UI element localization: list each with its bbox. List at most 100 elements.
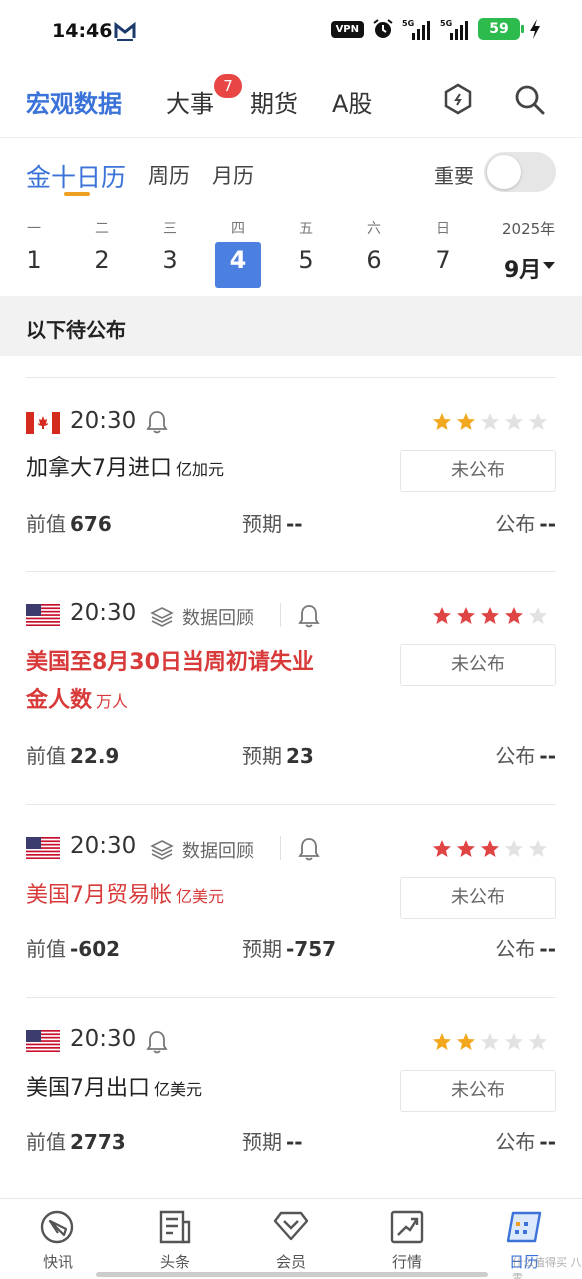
day-number: 6 (366, 246, 382, 274)
expected-label: 预期 (242, 744, 282, 768)
chevron-down-icon[interactable] (543, 262, 555, 269)
nav-label: 快讯 (42, 1253, 73, 1271)
importance-stars (432, 412, 548, 432)
search-icon[interactable] (512, 82, 546, 116)
published-number: -- (539, 744, 556, 768)
expected-label: 预期 (242, 512, 282, 536)
event-values: 前值 -602 预期 -757 公布 -- (26, 933, 556, 963)
event-time: 20:30 (70, 600, 137, 626)
nav-market[interactable]: 行情 (367, 1207, 447, 1272)
status-badge: 未公布 (400, 1070, 556, 1112)
nav-label: 头条 (159, 1253, 190, 1271)
subtab-jin10-calendar[interactable]: 金十日历 (26, 158, 126, 194)
previous-number: 676 (70, 512, 112, 536)
data-review-link[interactable]: 数据回顾 (150, 604, 254, 630)
day-number: 5 (298, 246, 314, 274)
star-filled-icon (481, 607, 499, 624)
expected-label: 预期 (242, 1130, 282, 1154)
day-number: 4 (229, 246, 247, 274)
nav-headlines[interactable]: 头条 (135, 1207, 215, 1272)
tab-futures[interactable]: 期货 (250, 84, 298, 119)
bell-icon[interactable] (298, 604, 320, 628)
flash-news-icon (40, 1210, 74, 1244)
day-mon[interactable]: 一 1 (11, 212, 57, 288)
star-empty-icon (481, 413, 499, 430)
important-toggle[interactable] (484, 152, 556, 192)
star-empty-icon (505, 1033, 523, 1050)
bell-icon[interactable] (146, 410, 168, 434)
importance-stars (432, 839, 548, 859)
event-card[interactable]: 20:30 数据回顾 美国7月贸易帐 亿美元 未公布 前值 -602 预期 -757 … (0, 805, 582, 997)
published-value: 公布 -- (495, 508, 556, 537)
hexagon-icon[interactable] (441, 82, 475, 116)
expected-value: 预期 23 (242, 740, 314, 769)
nav-vip[interactable]: 会员 (251, 1207, 331, 1272)
day-sun[interactable]: 日 7 (420, 212, 466, 288)
svg-text:5G: 5G (402, 19, 414, 28)
weekday-label: 二 (95, 221, 109, 237)
published-label: 公布 (495, 512, 536, 536)
published-value: 公布 -- (495, 933, 556, 962)
event-values: 前值 676 预期 -- 公布 -- (26, 508, 556, 538)
event-unit: 亿加元 (176, 460, 225, 479)
previous-label: 前值 (26, 937, 66, 961)
event-card[interactable]: 20:30 数据回顾 美国至8月30日当周初请失业 金人数 万人 未公布 前值 22… (0, 572, 582, 804)
usa-flag-icon (26, 837, 60, 859)
star-filled-icon (505, 607, 523, 624)
previous-value: 前值 676 (26, 508, 112, 537)
previous-number: 2773 (70, 1130, 126, 1154)
day-number: 7 (435, 246, 451, 274)
status-time: 14:46 (52, 20, 113, 42)
event-card[interactable]: 20:30 美国7月出口 亿美元 未公布 前值 2773 预期 -- 公布 -- (0, 998, 582, 1188)
star-filled-icon (433, 840, 451, 857)
month-selector[interactable]: 9月 (504, 252, 541, 284)
star-filled-icon (457, 840, 475, 857)
tab-macro-data[interactable]: 宏观数据 (26, 84, 122, 119)
signal-icon-2: 5G (440, 19, 468, 40)
home-indicator[interactable] (96, 1272, 488, 1277)
status-badge: 未公布 (400, 450, 556, 492)
previous-label: 前值 (26, 1130, 66, 1154)
published-number: -- (539, 1130, 556, 1154)
bell-icon[interactable] (298, 837, 320, 861)
published-label: 公布 (495, 744, 536, 768)
bell-icon[interactable] (146, 1030, 168, 1054)
tab-a-shares[interactable]: A股 (332, 84, 372, 119)
day-sat[interactable]: 六 6 (351, 212, 397, 288)
day-fri[interactable]: 五 5 (283, 212, 329, 288)
event-title-line2: 金人数 (26, 688, 93, 713)
data-review-link[interactable]: 数据回顾 (150, 837, 254, 863)
star-filled-icon (433, 607, 451, 624)
day-tue[interactable]: 二 2 (79, 212, 125, 288)
day-wed[interactable]: 三 3 (147, 212, 193, 288)
star-empty-icon (481, 1033, 499, 1050)
weekday-label: 五 (299, 221, 313, 237)
event-unit: 万人 (96, 692, 129, 711)
published-value: 公布 -- (495, 1126, 556, 1155)
published-label: 公布 (495, 937, 536, 961)
tab-big-events[interactable]: 大事 (166, 84, 214, 119)
notification-badge: 7 (214, 74, 242, 98)
subtab-week[interactable]: 周历 (148, 160, 190, 190)
battery-indicator: 59 (478, 18, 524, 40)
expected-number: -- (286, 512, 303, 536)
star-filled-icon (433, 1033, 451, 1050)
important-filter-label: 重要 (434, 164, 474, 188)
gmail-icon (114, 21, 136, 41)
layers-icon (150, 840, 174, 860)
published-number: -- (539, 512, 556, 536)
importance-stars (432, 606, 548, 626)
day-thu-selected[interactable]: 四 4 (215, 212, 261, 288)
previous-number: -602 (70, 937, 121, 961)
event-card[interactable]: 20:30 加拿大7月进口 亿加元 未公布 前值 676 预期 -- 公布 -- (0, 378, 582, 571)
event-values: 前值 22.9 预期 23 公布 -- (26, 740, 556, 770)
event-time: 20:30 (70, 1026, 137, 1052)
nav-label: 行情 (391, 1253, 422, 1271)
expected-number: -757 (286, 937, 337, 961)
star-empty-icon (505, 413, 523, 430)
event-title: 美国7月出口 亿美元 (26, 1070, 376, 1109)
nav-flash-news[interactable]: 快讯 (18, 1207, 98, 1272)
alarm-icon (373, 19, 393, 38)
event-unit: 亿美元 (176, 887, 225, 906)
subtab-month[interactable]: 月历 (212, 160, 254, 190)
